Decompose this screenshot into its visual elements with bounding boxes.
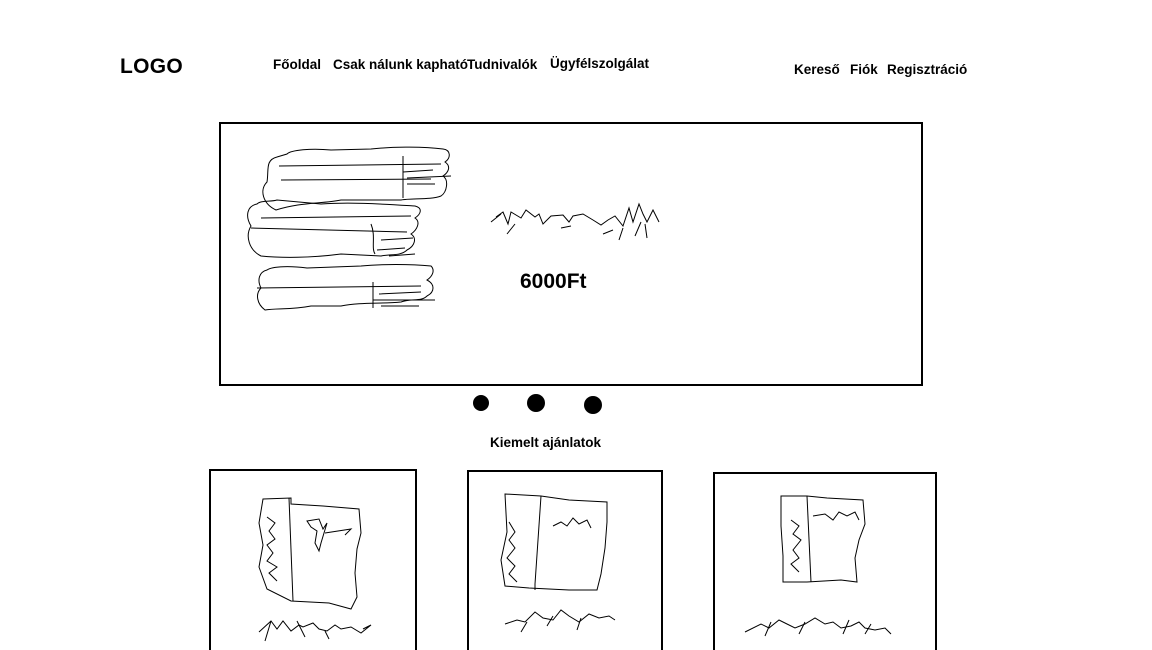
featured-title: Kiemelt ajánlatok [490,435,602,450]
product-sketch-1 [258,497,372,642]
nav-item-fiok[interactable]: Fiók [850,62,878,77]
nav-item-regisztracio[interactable]: Regisztráció [887,62,967,77]
hero-banner[interactable]: 6000Ft [219,122,923,386]
carousel-dot-2[interactable] [527,394,545,412]
product-sketch-2 [500,493,616,633]
nav-item-kereso[interactable]: Kereső [794,62,840,77]
hero-price: 6000Ft [520,270,587,293]
product-sketch-3 [744,495,892,637]
featured-card-3[interactable] [713,472,937,650]
featured-card-1[interactable] [209,469,417,650]
carousel-dot-3[interactable] [584,396,602,414]
nav-item-tudnivalok[interactable]: Tudnivalók [467,57,537,72]
nav-item-fooldal[interactable]: Főoldal [273,57,321,72]
featured-card-2[interactable] [467,470,663,650]
nav-item-csak-nalunk[interactable]: Csak nálunk kapható [333,57,468,72]
nav-item-ugyfelszolgalat[interactable]: Ügyfélszolgálat [550,56,649,71]
carousel-dot-1[interactable] [473,395,489,411]
logo[interactable]: LOGO [120,55,183,79]
hero-product-sketch [247,146,660,311]
